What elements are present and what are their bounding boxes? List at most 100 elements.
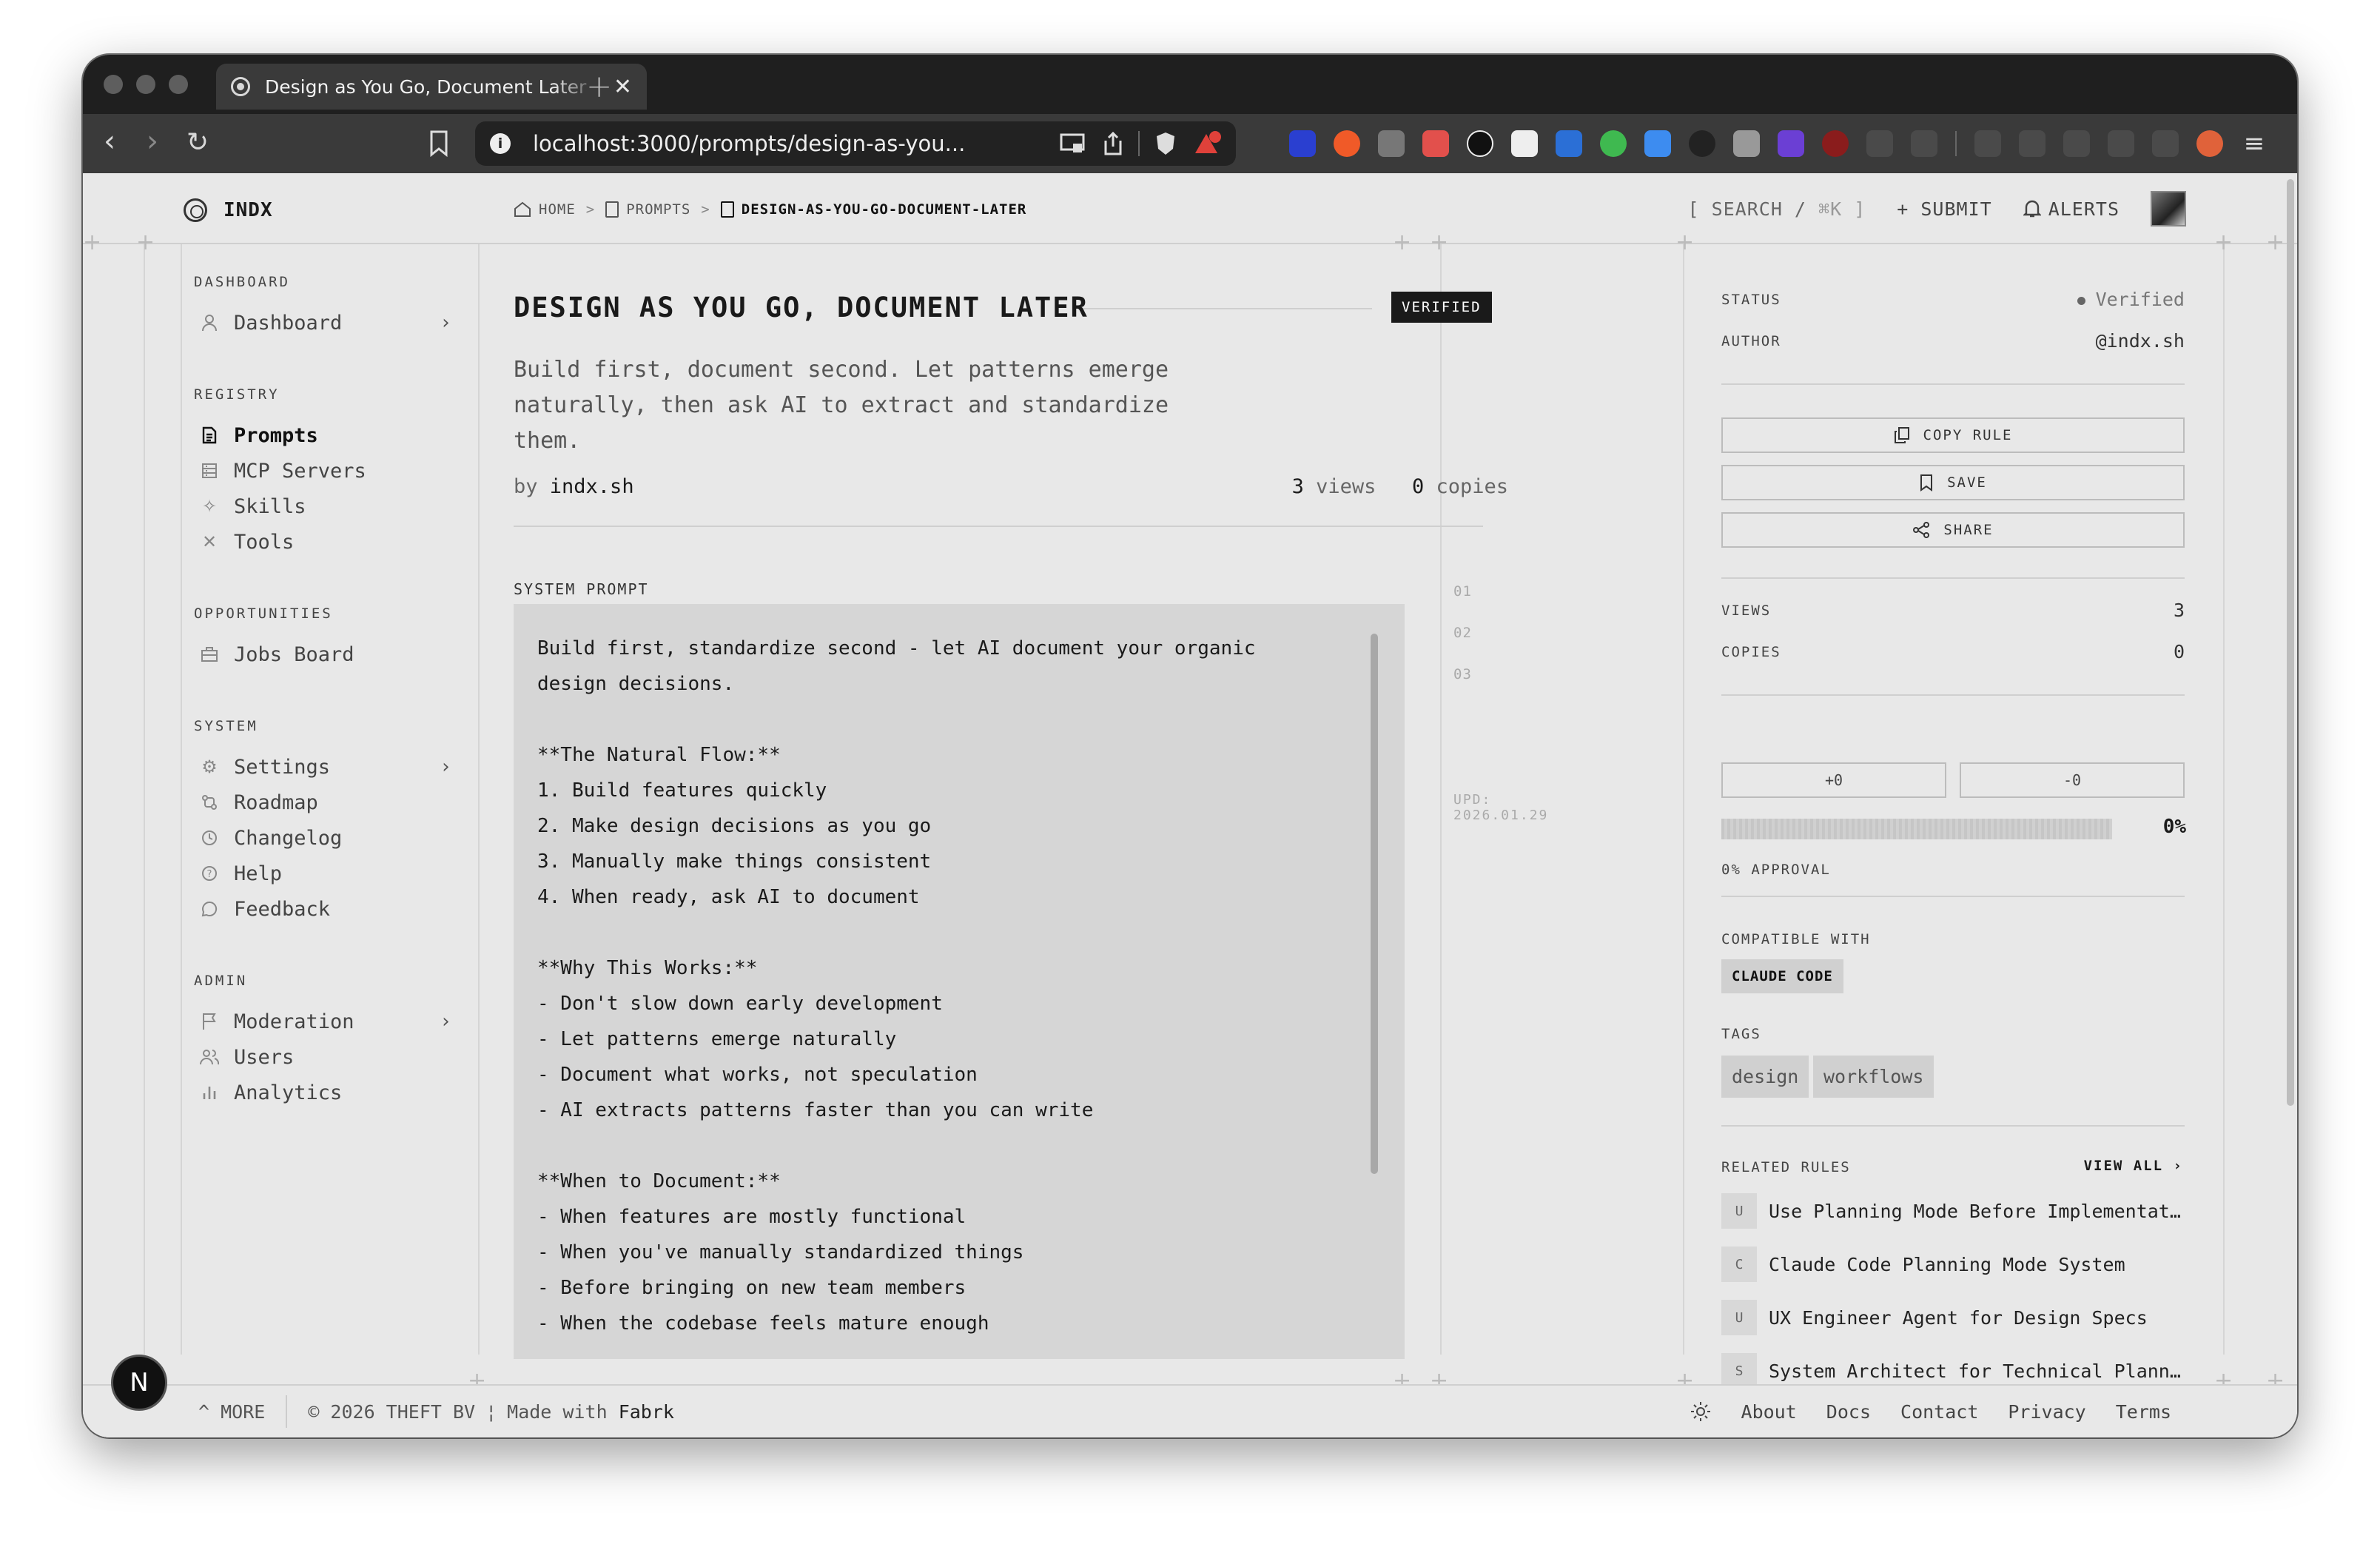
page-scrollbar[interactable] <box>2287 179 2294 1106</box>
url-text: localhost:3000/prompts/design-as-you... <box>533 131 966 156</box>
related-rule-item[interactable]: U Use Planning Mode Before Implementat… <box>1721 1193 2185 1229</box>
downvote-button[interactable]: -0 <box>1960 762 2185 798</box>
tag-chip[interactable]: design <box>1721 1056 1809 1098</box>
sidebar-item-help[interactable]: ? Help <box>200 857 451 890</box>
compatible-chip[interactable]: CLAUDE CODE <box>1721 959 1843 993</box>
footer-link-contact[interactable]: Contact <box>1900 1401 1978 1423</box>
leo-ai-icon[interactable] <box>2108 130 2134 157</box>
related-rule-item[interactable]: S System Architect for Technical Plann… <box>1721 1353 2185 1389</box>
copy-rule-button[interactable]: COPY RULE <box>1721 417 2185 453</box>
gear-icon: ⚙ <box>201 756 218 777</box>
sidebar-item-users[interactable]: Users <box>200 1041 451 1073</box>
extension-2-icon[interactable] <box>1334 130 1360 157</box>
author-link[interactable]: indx.sh <box>550 475 634 498</box>
share-button[interactable]: SHARE <box>1721 512 2185 548</box>
fabrk-link[interactable]: Fabrk <box>619 1401 674 1423</box>
more-button[interactable]: ^ MORE <box>198 1401 265 1423</box>
search-button[interactable]: [ SEARCH / ⌘K ] <box>1687 198 1866 220</box>
site-header: INDX HOME > PROMPTS > DESIGN-AS-YOU-GO-D… <box>83 173 2297 244</box>
extension-1-icon[interactable] <box>1289 130 1316 157</box>
media-icon[interactable] <box>1974 130 2001 157</box>
related-rule-item[interactable]: C Claude Code Planning Mode System <box>1721 1246 2185 1282</box>
extension-10-icon[interactable] <box>1689 130 1715 157</box>
brave-shield-icon[interactable] <box>1154 131 1177 156</box>
extension-5-icon[interactable] <box>1467 130 1493 157</box>
extension-4-icon[interactable] <box>1422 130 1449 157</box>
extension-12-icon[interactable] <box>1778 130 1804 157</box>
sidebar-item-analytics[interactable]: Analytics <box>200 1076 451 1109</box>
wallet-icon[interactable] <box>2063 130 2090 157</box>
profile-icon[interactable] <box>2196 130 2223 157</box>
menu-icon[interactable]: ≡ <box>2241 130 2268 157</box>
tag-chip[interactable]: workflows <box>1813 1056 1934 1098</box>
tab-close-icon[interactable]: ✕ <box>614 74 632 100</box>
back-icon[interactable]: ‹ <box>104 124 115 158</box>
submit-button[interactable]: + SUBMIT <box>1897 198 1991 220</box>
theme-toggle-sun-icon[interactable] <box>1690 1400 1712 1423</box>
site-info-icon[interactable]: i <box>490 133 511 154</box>
breadcrumb-prompts[interactable]: PROMPTS <box>605 201 690 218</box>
system-prompt-box[interactable]: Build first, standardize second - let AI… <box>514 604 1405 1359</box>
views-count: 3 <box>1291 475 1304 498</box>
sidebar-item-tools[interactable]: ✕ Tools <box>200 526 451 558</box>
brave-rewards-icon[interactable] <box>1193 131 1221 156</box>
sidebar-item-moderation[interactable]: Moderation › <box>200 1005 451 1038</box>
bookmark-icon[interactable] <box>429 130 448 157</box>
sidebar-item-settings[interactable]: ⚙ Settings › <box>200 751 451 783</box>
footer-link-privacy[interactable]: Privacy <box>2008 1401 2085 1423</box>
sidebar-item-dashboard[interactable]: Dashboard › <box>200 306 451 339</box>
zoom-window-button[interactable] <box>169 75 188 94</box>
sidebar-item-feedback[interactable]: Feedback <box>200 893 451 925</box>
cast-icon[interactable] <box>1060 133 1085 154</box>
sidebar-item-jobs-board[interactable]: Jobs Board <box>200 638 451 671</box>
close-window-button[interactable] <box>104 75 123 94</box>
footer-link-docs[interactable]: Docs <box>1826 1401 1871 1423</box>
minimize-window-button[interactable] <box>136 75 155 94</box>
copy-icon <box>1894 427 1909 443</box>
reader-icon[interactable] <box>1911 130 1937 157</box>
alerts-button[interactable]: ALERTS <box>2023 198 2120 220</box>
extension-13-icon[interactable] <box>1822 130 1849 157</box>
extension-3-icon[interactable] <box>1378 130 1405 157</box>
route-icon <box>200 793 219 812</box>
extension-6-icon[interactable] <box>1511 130 1538 157</box>
brand-logo[interactable]: INDX <box>184 198 273 222</box>
sidebar-item-changelog[interactable]: Changelog <box>200 822 451 854</box>
sidebar-item-skills[interactable]: ✧ Skills <box>200 490 451 523</box>
sidebar-item-prompts[interactable]: Prompts <box>200 419 451 452</box>
breadcrumb-home[interactable]: HOME <box>514 201 576 218</box>
reload-icon[interactable]: ↻ <box>186 127 209 158</box>
extension-9-icon[interactable] <box>1644 130 1671 157</box>
user-avatar[interactable] <box>2151 191 2186 226</box>
author-value[interactable]: @indx.sh <box>2096 330 2185 352</box>
footer-link-terms[interactable]: Terms <box>2116 1401 2171 1423</box>
line-number: 02 <box>1453 625 1472 641</box>
sidebar-item-mcp-servers[interactable]: MCP Servers <box>200 454 451 487</box>
sidebar-item-label: Jobs Board <box>234 642 354 666</box>
code-scrollbar[interactable] <box>1371 634 1378 1174</box>
copies-count: 0 <box>1411 475 1425 498</box>
vpn-icon[interactable] <box>2152 130 2179 157</box>
extension-8-icon[interactable] <box>1600 130 1627 157</box>
new-tab-button[interactable]: + <box>586 68 612 104</box>
save-button[interactable]: SAVE <box>1721 465 2185 500</box>
sidebar-item-label: Feedback <box>234 897 331 921</box>
extensions-puzzle-icon[interactable] <box>1866 130 1893 157</box>
extension-11-icon[interactable] <box>1733 130 1760 157</box>
system-prompt-text: Build first, standardize second - let AI… <box>537 637 1256 1335</box>
upvote-button[interactable]: +0 <box>1721 762 1946 798</box>
address-bar[interactable]: i localhost:3000/prompts/design-as-you..… <box>475 121 1236 166</box>
sidebar-toggle-icon[interactable] <box>2019 130 2045 157</box>
forward-icon[interactable]: › <box>147 124 158 158</box>
extension-7-icon[interactable] <box>1556 130 1582 157</box>
views-value: 3 <box>2173 600 2185 621</box>
home-icon <box>514 201 531 217</box>
related-rule-item[interactable]: U UX Engineer Agent for Design Specs <box>1721 1300 2185 1335</box>
related-rule-avatar: U <box>1721 1193 1757 1229</box>
share-page-icon[interactable] <box>1103 132 1123 155</box>
nextjs-dev-indicator[interactable]: N <box>111 1355 167 1411</box>
browser-tab-active[interactable]: Design as You Go, Document Later ✕ <box>216 64 647 110</box>
footer-link-about[interactable]: About <box>1741 1401 1797 1423</box>
sidebar-item-roadmap[interactable]: Roadmap <box>200 786 451 819</box>
view-all-link[interactable]: VIEW ALL › <box>2084 1158 2183 1174</box>
